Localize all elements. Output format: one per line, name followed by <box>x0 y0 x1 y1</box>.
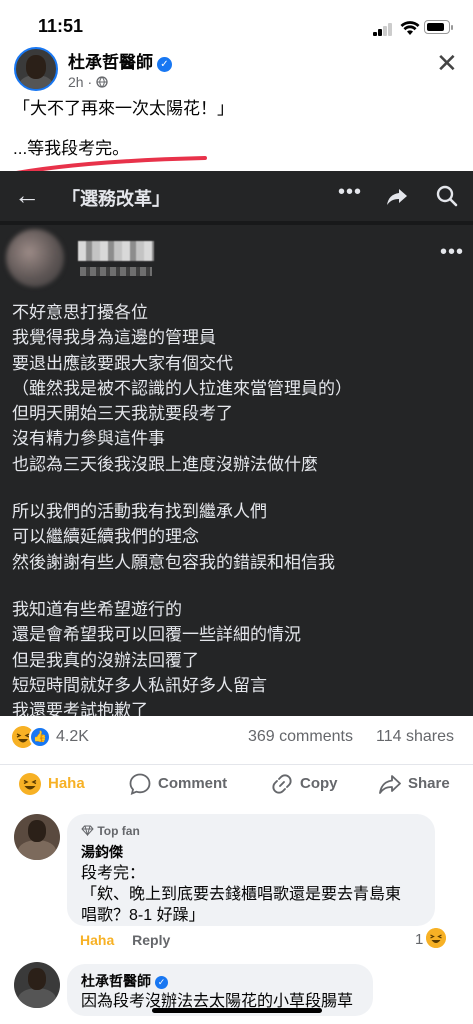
body-line: 我覺得我身為這邊的管理員 <box>12 328 216 348</box>
post-time: 2h <box>68 74 84 90</box>
top-fan-label: Top fan <box>97 824 140 838</box>
screenshot-divider <box>0 221 473 225</box>
share-icon <box>379 775 401 794</box>
comment-icon <box>129 773 151 795</box>
blurred-avatar <box>6 229 64 287</box>
author-avatar[interactable] <box>14 47 58 91</box>
action-bar: Haha Comment Copy Share <box>0 764 473 801</box>
embedded-screenshot[interactable]: ← 「選務改革」 ••• ••• 不好意思打擾各位 我覺得我身為這邊的管理員 要… <box>0 171 473 716</box>
body-line: 但明天開始三天我就要段考了 <box>12 404 233 424</box>
screenshot-more-icon: ••• <box>440 241 465 263</box>
body-line: 要退出應該要跟大家有個交代 <box>12 353 233 373</box>
post-text-line1: 「大不了再來一次太陽花！」 <box>13 99 234 118</box>
body-line: 不好意思打擾各位 <box>12 303 148 322</box>
post-meta: 2h · <box>68 74 108 90</box>
globe-icon <box>96 76 108 88</box>
comment-line: 段考完： <box>81 865 146 882</box>
top-fan-badge: Top fan <box>81 824 140 838</box>
body-line: 所以我們的活動我有找到繼承人們 <box>12 502 267 522</box>
screenshot-header: ← 「選務改革」 ••• <box>0 171 473 221</box>
like-reaction-icon: 👍 <box>29 726 51 748</box>
comment-actions: Haha Reply <box>80 932 170 948</box>
haha-icon <box>19 773 41 795</box>
comment-line: 「欸、晚上到底要去錢櫃唱歌還是要去青島東 <box>81 886 402 903</box>
home-indicator <box>152 1008 322 1013</box>
commenter-avatar[interactable] <box>14 962 60 1008</box>
author-name[interactable]: 杜承哲醫師 ✓ <box>68 48 172 73</box>
more-icon: ••• <box>338 181 363 203</box>
body-line: 但是我真的沒辦法回覆了 <box>12 650 199 670</box>
comment-reaction-count: 1 <box>415 931 424 948</box>
verified-badge-icon: ✓ <box>157 57 172 72</box>
dot-separator: · <box>87 74 97 90</box>
diamond-icon <box>81 825 94 837</box>
body-line: 可以繼續延續我們的理念 <box>12 527 199 547</box>
blurred-name <box>78 241 154 261</box>
screenshot-body: 不好意思打擾各位 我覺得我身為這邊的管理員 要退出應該要跟大家有個交代 （雖然我… <box>12 300 467 716</box>
link-icon <box>272 774 292 794</box>
status-bar: 11:51 <box>0 0 473 44</box>
haha-button-label: Haha <box>48 775 85 792</box>
reactions-summary[interactable]: 👍 4.2K 369 comments 114 shares <box>12 726 462 750</box>
search-icon <box>436 185 458 207</box>
wifi-icon <box>400 21 420 35</box>
comments-count[interactable]: 369 comments <box>248 728 353 746</box>
back-arrow-icon: ← <box>14 180 40 210</box>
body-line: 也認為三天後我沒跟上進度沒辦法做什麼 <box>12 454 318 474</box>
copy-button-label: Copy <box>300 775 338 792</box>
post-header: 杜承哲醫師 ✓ 2h · ✕ <box>0 44 473 96</box>
close-icon[interactable]: ✕ <box>436 48 458 79</box>
shares-count[interactable]: 114 shares <box>376 728 454 746</box>
cellular-signal-icon <box>373 22 395 36</box>
body-line: 我知道有些希望遊行的 <box>12 599 182 619</box>
screenshot-title: 「選務改革」 <box>62 189 170 209</box>
verified-badge-icon: ✓ <box>155 976 168 989</box>
body-line: 還是會希望我可以回覆一些詳細的情況 <box>12 625 301 645</box>
body-line: 沒有精力參與這件事 <box>12 429 165 449</box>
comment-button-label: Comment <box>158 775 228 792</box>
body-line: （雖然我是被不認識的人拉進來當管理員的） <box>12 378 352 398</box>
comment-reply-link[interactable]: Reply <box>132 932 170 948</box>
commenter-name[interactable]: 杜承哲醫師 ✓ <box>81 971 168 991</box>
body-line: 然後謝謝有些人願意包容我的錯誤和相信我 <box>12 552 335 572</box>
haha-reaction-icon <box>426 928 446 948</box>
comment-text: 段考完： 「欸、晚上到底要去錢櫃唱歌還是要去青島東 唱歌？8-1 好躁」 <box>81 863 401 926</box>
commenter-avatar[interactable] <box>14 814 60 860</box>
commenter-name[interactable]: 湯鈞傑 <box>81 842 123 862</box>
blurred-meta <box>80 267 152 276</box>
comment-haha-link[interactable]: Haha <box>80 932 114 948</box>
body-line: 短短時間就好多人私訊好多人留言 <box>12 675 267 695</box>
share-arrow-icon <box>387 189 407 205</box>
body-line: 我還要考試抱歉了 <box>12 701 148 716</box>
comment-line: 唱歌？8-1 好躁」 <box>81 907 205 924</box>
status-time: 11:51 <box>38 16 84 36</box>
comment-bubble[interactable]: Top fan 湯鈞傑 段考完： 「欸、晚上到底要去錢櫃唱歌還是要去青島東 唱歌… <box>67 814 435 926</box>
share-button-label: Share <box>408 775 450 792</box>
reaction-count: 4.2K <box>56 728 89 745</box>
battery-icon <box>424 20 453 34</box>
